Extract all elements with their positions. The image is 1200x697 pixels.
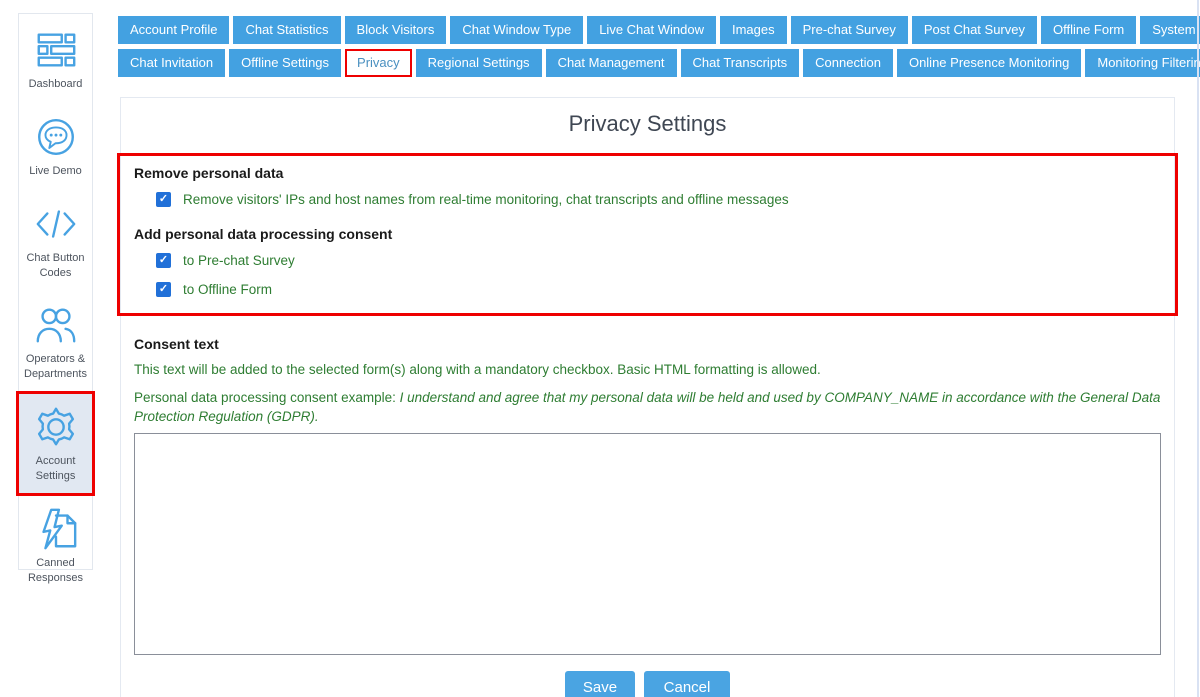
pre-chat-survey-checkbox-label[interactable]: to Pre-chat Survey bbox=[183, 253, 295, 268]
pre-chat-survey-checkbox-row: to Pre-chat Survey bbox=[156, 249, 1165, 271]
tab-regional-settings[interactable]: Regional Settings bbox=[416, 49, 542, 77]
consent-text-description: This text will be added to the selected … bbox=[134, 360, 1161, 380]
sidebar-item-chat-button-codes[interactable]: Chat Button Codes bbox=[19, 191, 92, 290]
tab-offline-settings[interactable]: Offline Settings bbox=[229, 49, 341, 77]
sidebar-item-label: Account Settings bbox=[21, 454, 90, 484]
consent-text-heading: Consent text bbox=[134, 336, 1161, 352]
remove-ips-checkbox-row: Remove visitors' IPs and host names from… bbox=[156, 188, 1165, 210]
tab-chat-statistics[interactable]: Chat Statistics bbox=[233, 16, 340, 44]
annotated-options-section: Remove personal data Remove visitors' IP… bbox=[117, 153, 1178, 316]
example-prefix: Personal data processing consent example… bbox=[134, 390, 400, 405]
sidebar-item-label: Operators & Departments bbox=[21, 352, 90, 382]
consent-text-example: Personal data processing consent example… bbox=[134, 388, 1161, 427]
chat-bubble-icon bbox=[33, 114, 79, 160]
tab-pre-chat-survey[interactable]: Pre-chat Survey bbox=[791, 16, 908, 44]
tab-connection[interactable]: Connection bbox=[803, 49, 893, 77]
bolt-document-icon bbox=[33, 506, 79, 552]
offline-form-checkbox[interactable] bbox=[156, 282, 171, 297]
code-icon bbox=[33, 201, 79, 247]
remove-personal-data-heading: Remove personal data bbox=[134, 165, 1165, 181]
sidebar-item-live-demo[interactable]: Live Demo bbox=[19, 104, 92, 188]
consent-text-input[interactable] bbox=[134, 433, 1161, 655]
tab-post-chat-survey[interactable]: Post Chat Survey bbox=[912, 16, 1037, 44]
sidebar-item-label: Chat Button Codes bbox=[21, 251, 90, 281]
offline-form-checkbox-row: to Offline Form bbox=[156, 278, 1165, 300]
page-scrollbar[interactable] bbox=[1197, 0, 1199, 697]
tab-system-messages[interactable]: System Messages bbox=[1140, 16, 1200, 44]
tab-live-chat-window[interactable]: Live Chat Window bbox=[587, 16, 716, 44]
settings-tabs: Account Profile Chat Statistics Block Vi… bbox=[118, 16, 1182, 77]
sidebar-item-dashboard[interactable]: Dashboard bbox=[19, 17, 92, 101]
dashboard-icon bbox=[33, 27, 79, 73]
sidebar: Dashboard Live Demo Chat Button Codes Op… bbox=[18, 13, 93, 570]
sidebar-item-label: Canned Responses bbox=[21, 556, 90, 586]
tab-block-visitors[interactable]: Block Visitors bbox=[345, 16, 447, 44]
tab-online-presence-monitoring[interactable]: Online Presence Monitoring bbox=[897, 49, 1081, 77]
tab-images[interactable]: Images bbox=[720, 16, 787, 44]
consent-text-section: Consent text This text will be added to … bbox=[121, 316, 1174, 697]
add-consent-heading: Add personal data processing consent bbox=[134, 226, 1165, 242]
remove-ips-checkbox[interactable] bbox=[156, 192, 171, 207]
save-button[interactable]: Save bbox=[565, 671, 635, 697]
sidebar-item-canned-responses[interactable]: Canned Responses bbox=[19, 496, 92, 595]
gear-icon bbox=[33, 404, 79, 450]
tab-offline-form[interactable]: Offline Form bbox=[1041, 16, 1136, 44]
tab-chat-window-type[interactable]: Chat Window Type bbox=[450, 16, 583, 44]
pre-chat-survey-checkbox[interactable] bbox=[156, 253, 171, 268]
offline-form-checkbox-label[interactable]: to Offline Form bbox=[183, 282, 272, 297]
remove-ips-checkbox-label[interactable]: Remove visitors' IPs and host names from… bbox=[183, 192, 789, 207]
tab-row-2: Chat Invitation Offline Settings Privacy… bbox=[118, 49, 1182, 77]
sidebar-item-operators-departments[interactable]: Operators & Departments bbox=[19, 292, 92, 391]
tab-chat-invitation[interactable]: Chat Invitation bbox=[118, 49, 225, 77]
tab-row-1: Account Profile Chat Statistics Block Vi… bbox=[118, 16, 1182, 44]
sidebar-item-label: Live Demo bbox=[29, 164, 82, 179]
form-actions: Save Cancel bbox=[134, 671, 1161, 697]
page-title: Privacy Settings bbox=[121, 98, 1174, 139]
sidebar-item-label: Dashboard bbox=[29, 77, 83, 92]
privacy-settings-panel: Privacy Settings Remove personal data Re… bbox=[120, 97, 1175, 697]
sidebar-item-account-settings[interactable]: Account Settings bbox=[19, 394, 92, 493]
tab-privacy[interactable]: Privacy bbox=[345, 49, 412, 77]
cancel-button[interactable]: Cancel bbox=[644, 671, 730, 697]
tab-chat-management[interactable]: Chat Management bbox=[546, 49, 677, 77]
tab-monitoring-filtering[interactable]: Monitoring Filtering bbox=[1085, 49, 1200, 77]
tab-account-profile[interactable]: Account Profile bbox=[118, 16, 229, 44]
users-icon bbox=[33, 302, 79, 348]
tab-chat-transcripts[interactable]: Chat Transcripts bbox=[681, 49, 800, 77]
